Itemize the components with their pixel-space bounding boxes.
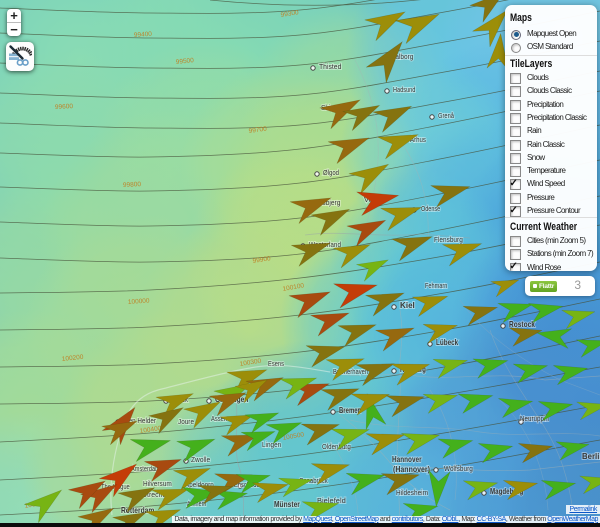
- svg-text:Hannover: Hannover: [392, 454, 422, 464]
- svg-text:Münster: Münster: [274, 499, 300, 509]
- svg-text:Hildesheim: Hildesheim: [396, 488, 428, 497]
- svg-text:Lübeck: Lübeck: [436, 337, 458, 347]
- svg-text:Hilversum: Hilversum: [143, 479, 172, 488]
- svg-text:Wolfsburg: Wolfsburg: [444, 464, 473, 473]
- svg-text:Esens: Esens: [268, 359, 284, 368]
- svg-text:Flensburg: Flensburg: [434, 235, 463, 244]
- svg-text:Thisted: Thisted: [319, 62, 341, 71]
- svg-text:Ølgod: Ølgod: [323, 168, 339, 177]
- svg-text:Joure: Joure: [178, 417, 194, 426]
- svg-text:Fehmarn: Fehmarn: [425, 281, 447, 290]
- svg-text:Hadsund: Hadsund: [393, 85, 415, 94]
- svg-text:Grenå: Grenå: [438, 111, 455, 120]
- svg-text:Kiel: Kiel: [400, 300, 415, 310]
- svg-text:Lingen: Lingen: [262, 440, 281, 449]
- svg-text:99800: 99800: [123, 181, 142, 189]
- svg-text:Berlin: Berlin: [582, 451, 600, 461]
- svg-text:Zwolle: Zwolle: [191, 455, 210, 464]
- svg-text:(Hannover): (Hannover): [393, 464, 430, 474]
- svg-text:Rostock: Rostock: [509, 319, 535, 329]
- svg-text:99400: 99400: [134, 31, 153, 39]
- svg-text:99600: 99600: [55, 103, 74, 111]
